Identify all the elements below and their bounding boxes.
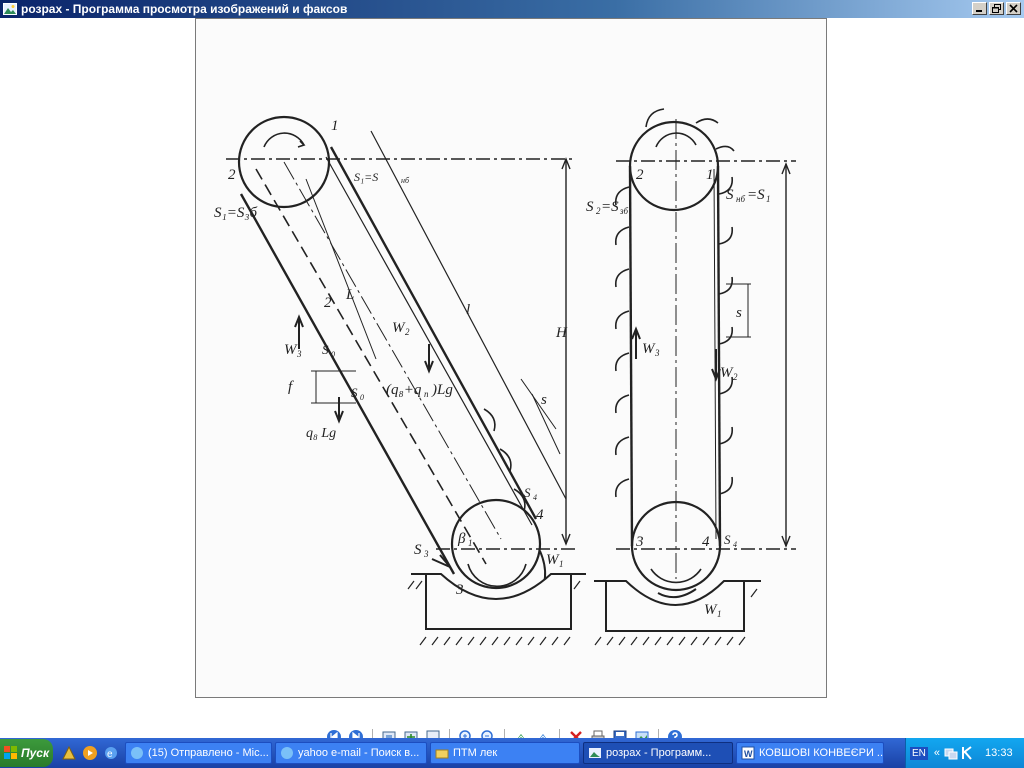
label-qb-lg: q₈ Lg bbox=[306, 426, 336, 441]
label-w2-right: W bbox=[720, 365, 734, 381]
label-snb-eq: =S bbox=[747, 187, 765, 203]
folder-icon bbox=[435, 749, 449, 759]
task-label: розрах - Программ... bbox=[606, 747, 712, 759]
label-l: L bbox=[345, 287, 354, 303]
network-icon[interactable] bbox=[944, 746, 958, 760]
quick-launch-icon[interactable] bbox=[61, 745, 77, 761]
task-label: ПТМ лек bbox=[453, 747, 498, 759]
minimize-icon bbox=[976, 10, 982, 12]
image-viewer-icon bbox=[589, 748, 601, 758]
label-s1-s3b: S₁=S₃б bbox=[214, 205, 258, 221]
tray-expand-icon[interactable]: « bbox=[934, 747, 940, 759]
label-s0-bottom-sub: 0 bbox=[360, 393, 364, 402]
label-s0-top: S bbox=[322, 342, 329, 357]
label-s4-right-sub: 4 bbox=[733, 540, 737, 549]
system-tray: EN « 13:33 bbox=[905, 738, 1024, 768]
top-drum-right bbox=[628, 120, 720, 212]
task-yahoo[interactable]: yahoo e-mail - Поиск в... bbox=[275, 742, 427, 764]
label-s4-right: S bbox=[724, 532, 731, 547]
viewer-area: 1 2 3 4 S₁=S₃б S₁=S нб W 3 W 2 W 1 S 0 S bbox=[0, 18, 1024, 745]
close-button[interactable] bbox=[1006, 2, 1021, 15]
label-snb-right-sub: нб bbox=[736, 194, 745, 204]
label-s2-right: S bbox=[586, 199, 594, 215]
browser-icon bbox=[131, 747, 143, 759]
label-s-left: s bbox=[541, 392, 547, 408]
task-ptm[interactable]: ПТМ лек bbox=[430, 742, 580, 764]
label-point-4-right: 4 bbox=[702, 534, 710, 550]
language-indicator[interactable]: EN bbox=[910, 746, 928, 760]
label-w1-right-sub: 1 bbox=[717, 609, 722, 619]
label-w1-right: W bbox=[704, 602, 718, 618]
start-label: Пуск bbox=[21, 746, 50, 760]
label-snb-right: S bbox=[726, 187, 734, 203]
restore-icon bbox=[992, 4, 1001, 13]
label-f: f bbox=[288, 379, 294, 395]
label-w1-left: W bbox=[546, 552, 560, 568]
label-w3-right-sub: 3 bbox=[654, 348, 660, 358]
title-bar: розрах - Программа просмотра изображений… bbox=[0, 0, 1024, 18]
label-w3-left-sub: 3 bbox=[296, 349, 302, 359]
label-s4-left: S bbox=[524, 485, 531, 500]
label-qg-sub: п bbox=[424, 389, 429, 399]
label-s3-left-sub: 3 bbox=[423, 549, 429, 559]
label-beta-sub: 1 bbox=[468, 538, 473, 548]
antivirus-icon[interactable] bbox=[961, 746, 973, 760]
word-document-icon: W bbox=[741, 746, 755, 760]
label-l2: l bbox=[466, 302, 470, 318]
label-w2-left-sub: 2 bbox=[405, 327, 410, 337]
quick-launch: e bbox=[61, 745, 119, 761]
task-rozrakh[interactable]: розрах - Программ... bbox=[583, 742, 733, 764]
label-point-3-left: 3 bbox=[455, 582, 464, 598]
taskbar: Пуск e (15) Отправлено - Mic... yahoo e-… bbox=[0, 738, 1024, 768]
close-icon bbox=[1009, 4, 1018, 13]
window-title: розрах - Программа просмотра изображений… bbox=[21, 2, 348, 16]
inclined-conveyor: 1 2 3 4 S₁=S₃б S₁=S нб W 3 W 2 W 1 S 0 S bbox=[214, 115, 586, 646]
label-beta: β bbox=[457, 531, 466, 547]
vertical-conveyor: 2 1 3 4 S 2 =S зб S нб =S 1 W 3 W 2 W 1 … bbox=[586, 108, 796, 646]
task-word[interactable]: W КОВШОВІ КОНВЕЄРИ ... bbox=[736, 742, 884, 764]
label-s1-snb: S₁=S bbox=[354, 170, 378, 184]
label-point-3-right: 3 bbox=[635, 534, 644, 550]
browser-icon bbox=[281, 747, 293, 759]
task-label: КОВШОВІ КОНВЕЄРИ ... bbox=[759, 747, 884, 759]
label-snb-eq-sub: 1 bbox=[766, 194, 771, 204]
svg-text:e: e bbox=[107, 749, 113, 760]
label-w2-left: W bbox=[392, 320, 406, 336]
label-s2-eq-sub: зб bbox=[619, 206, 629, 216]
label-w3-right: W bbox=[642, 341, 656, 357]
label-s2-eq: =S bbox=[601, 199, 619, 215]
svg-text:W: W bbox=[744, 749, 753, 759]
label-s3-left: S bbox=[414, 542, 422, 558]
label-point-1-right: 1 bbox=[706, 167, 714, 183]
label-h: H bbox=[555, 325, 568, 341]
label-s0-top-sub: 0 bbox=[331, 350, 335, 359]
conveyor-diagram: 1 2 3 4 S₁=S₃б S₁=S нб W 3 W 2 W 1 S 0 S bbox=[214, 108, 796, 646]
image-viewer-icon bbox=[3, 3, 17, 15]
restore-button[interactable] bbox=[989, 2, 1004, 15]
label-s-right: s bbox=[736, 305, 742, 321]
label-qg: (q₈+q bbox=[386, 382, 422, 398]
label-point-4-left: 4 bbox=[536, 507, 544, 523]
label-point-2-mid: 2 bbox=[324, 295, 332, 311]
windows-logo-icon bbox=[4, 746, 17, 759]
media-player-icon[interactable] bbox=[82, 745, 98, 761]
label-qg-tail: )Lg bbox=[431, 382, 453, 398]
task-label: yahoo e-mail - Поиск в... bbox=[298, 747, 420, 759]
internet-explorer-icon[interactable]: e bbox=[103, 745, 119, 761]
minimize-button[interactable] bbox=[972, 2, 987, 15]
label-s4-left-sub: 4 bbox=[533, 493, 537, 502]
label-w3-left: W bbox=[284, 342, 298, 358]
task-label: (15) Отправлено - Mic... bbox=[148, 747, 269, 759]
label-snb-sub: нб bbox=[401, 176, 410, 185]
label-w1-left-sub: 1 bbox=[559, 559, 564, 569]
label-point-2-right: 2 bbox=[636, 167, 644, 183]
image-canvas[interactable]: 1 2 3 4 S₁=S₃б S₁=S нб W 3 W 2 W 1 S 0 S bbox=[195, 18, 827, 698]
task-outlook[interactable]: (15) Отправлено - Mic... bbox=[125, 742, 272, 764]
label-point-1-left: 1 bbox=[331, 118, 339, 134]
label-w2-right-sub: 2 bbox=[733, 372, 738, 382]
clock: 13:33 bbox=[985, 747, 1013, 759]
label-point-2-left: 2 bbox=[228, 167, 236, 183]
start-button[interactable]: Пуск bbox=[0, 739, 53, 767]
label-s0-bottom: S bbox=[351, 385, 358, 400]
